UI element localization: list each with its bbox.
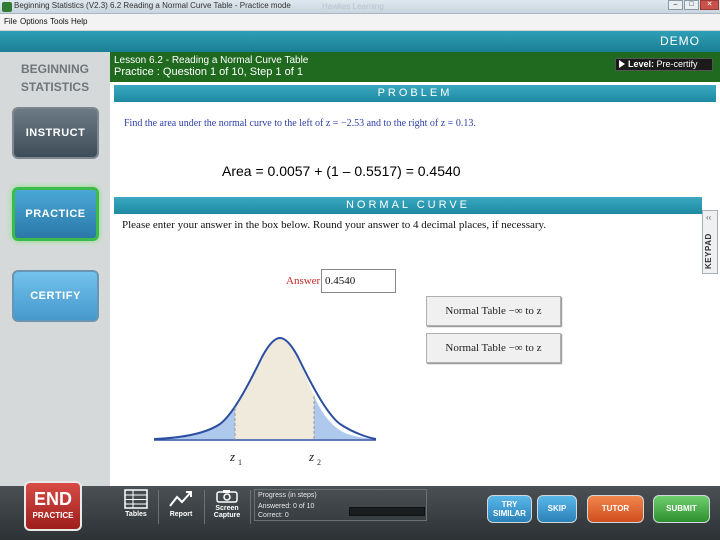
answered-count: Answered: 0 of 10 bbox=[258, 503, 315, 510]
level-selector[interactable]: Level: Pre-certify bbox=[615, 58, 713, 71]
report-button[interactable]: Report bbox=[160, 489, 202, 525]
menu-options[interactable]: Options bbox=[20, 17, 48, 26]
z2-label: z bbox=[308, 449, 314, 464]
normal-curve-header: NORMAL CURVE bbox=[114, 197, 702, 214]
normal-curve-panel: Please enter your answer in the box belo… bbox=[114, 214, 702, 486]
brand-line-2: STATISTICS bbox=[20, 80, 90, 94]
minimize-button[interactable]: – bbox=[668, 0, 683, 10]
menu-tools[interactable]: Tools bbox=[50, 17, 69, 26]
problem-header: PROBLEM bbox=[114, 85, 716, 102]
normal-table-button-2[interactable]: Normal Table −∞ to z bbox=[426, 333, 561, 363]
problem-text: Find the area under the normal curve to … bbox=[124, 118, 476, 129]
lesson-title: Lesson 6.2 - Reading a Normal Curve Tabl… bbox=[114, 55, 309, 66]
lesson-header: Lesson 6.2 - Reading a Normal Curve Tabl… bbox=[110, 52, 720, 82]
window-title: Beginning Statistics (V2.3) 6.2 Reading … bbox=[14, 1, 291, 10]
end-sub-label: PRACTICE bbox=[32, 511, 74, 520]
skip-button[interactable]: SKIP bbox=[537, 495, 577, 523]
menu-file[interactable]: File bbox=[4, 17, 17, 26]
z2-subscript: 2 bbox=[317, 458, 321, 467]
progress-title: Progress (in steps) bbox=[258, 492, 317, 499]
table-icon bbox=[124, 489, 148, 509]
end-practice-button[interactable]: END PRACTICE bbox=[24, 481, 82, 531]
menu-help[interactable]: Help bbox=[71, 17, 87, 26]
answer-instructions: Please enter your answer in the box belo… bbox=[122, 219, 547, 231]
brand-line-1: BEGINNING bbox=[20, 62, 89, 76]
similar-label: SIMILAR bbox=[493, 509, 526, 518]
problem-panel: Find the area under the normal curve to … bbox=[114, 102, 716, 196]
normal-curve-graph: z 1 z 2 bbox=[153, 336, 377, 467]
progress-panel: Progress (in steps) Answered: 0 of 10 Co… bbox=[254, 489, 427, 521]
keypad-tab[interactable]: ‹‹ KEYPAD bbox=[702, 210, 718, 274]
chart-trend-icon bbox=[169, 491, 192, 507]
tables-button[interactable]: Tables bbox=[115, 489, 157, 525]
screen-capture-button[interactable]: Screen Capture bbox=[206, 489, 248, 525]
answer-label: Answer: bbox=[286, 275, 324, 287]
z1-label: z bbox=[229, 449, 235, 464]
tables-label: Tables bbox=[125, 511, 147, 518]
question-step: Practice : Question 1 of 10, Step 1 of 1 bbox=[114, 66, 303, 78]
try-label: TRY bbox=[501, 500, 518, 509]
area-result: Area = 0.0057 + (1 – 0.5517) = 0.4540 bbox=[222, 163, 461, 179]
toolbar-divider bbox=[158, 490, 159, 524]
play-arrow-icon bbox=[619, 60, 625, 68]
normal-table-button-1[interactable]: Normal Table −∞ to z bbox=[426, 296, 561, 326]
level-value: Pre-certify bbox=[656, 59, 698, 69]
camera-icon bbox=[216, 490, 238, 503]
demo-label: DEMO bbox=[660, 34, 700, 48]
tutor-button[interactable]: TUTOR bbox=[587, 495, 644, 523]
certify-button[interactable]: CERTIFY bbox=[12, 270, 99, 322]
try-similar-button[interactable]: TRY SIMILAR bbox=[487, 495, 532, 523]
window-title-bar: Beginning Statistics (V2.3) 6.2 Reading … bbox=[0, 0, 720, 14]
menu-bar: File Options Tools Help bbox=[0, 14, 720, 31]
brand-logo: BEGINNING STATISTICS bbox=[0, 60, 110, 96]
keypad-label: KEYPAD bbox=[704, 233, 713, 269]
report-label: Report bbox=[169, 511, 193, 518]
progress-bar bbox=[349, 507, 425, 516]
window-watermark: Hawkes Learning bbox=[322, 2, 384, 11]
end-label: END bbox=[33, 489, 72, 509]
close-button[interactable]: ✕ bbox=[700, 0, 719, 10]
sidebar: BEGINNING STATISTICS INSTRUCT PRACTICE C… bbox=[0, 52, 110, 486]
submit-button[interactable]: SUBMIT bbox=[653, 495, 710, 523]
chevron-left-icon: ‹‹ bbox=[706, 213, 712, 222]
demo-banner: DEMO bbox=[0, 31, 720, 52]
capture-label: Capture bbox=[213, 512, 241, 519]
instruct-button[interactable]: INSTRUCT bbox=[12, 107, 99, 159]
answer-input[interactable] bbox=[321, 269, 396, 293]
toolbar-divider bbox=[250, 490, 251, 524]
screen-label: Screen bbox=[215, 505, 239, 512]
level-key: Level: bbox=[628, 59, 655, 69]
z1-subscript: 1 bbox=[238, 458, 242, 467]
correct-count: Correct: 0 bbox=[258, 512, 289, 519]
app-icon bbox=[2, 2, 12, 12]
toolbar-divider bbox=[204, 490, 205, 524]
maximize-button[interactable]: □ bbox=[684, 0, 699, 10]
practice-button[interactable]: PRACTICE bbox=[12, 187, 99, 241]
